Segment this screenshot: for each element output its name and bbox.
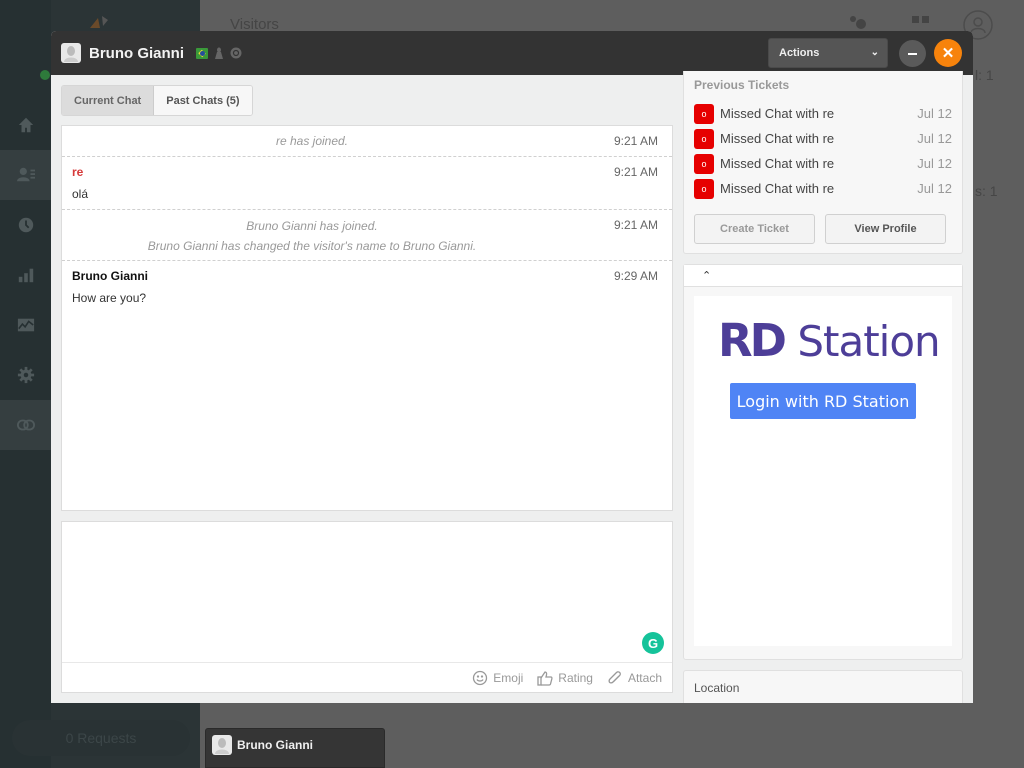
message-author: re: [72, 165, 84, 179]
chevron-down-icon: ⌄: [870, 47, 879, 58]
paperclip-icon: [608, 670, 621, 684]
location-label: Location: [694, 681, 740, 695]
ticket-item[interactable]: o Missed Chat with re Jul 12: [684, 101, 962, 126]
background-fragment: s: 1: [975, 183, 998, 199]
sidebar-item-history[interactable]: [0, 200, 51, 250]
sidebar-nav: [0, 0, 51, 768]
message-composer: G Emoji Rating Attach: [61, 521, 673, 693]
login-rd-station-button[interactable]: Login with RD Station: [730, 383, 916, 419]
browser-icon: [230, 47, 242, 59]
create-ticket-button[interactable]: Create Ticket: [694, 214, 815, 244]
message-time: 9:21 AM: [613, 218, 658, 232]
chat-transcript: re has joined. 9:21 AM re olá 9:21 AM Br…: [61, 125, 673, 511]
gear-icon: [17, 366, 34, 384]
composer-toolbar: Emoji Rating Attach: [62, 662, 672, 692]
visitor-message: re olá 9:21 AM: [62, 157, 672, 210]
home-icon: [18, 117, 33, 133]
actions-dropdown[interactable]: Actions ⌄: [768, 38, 888, 68]
os-icon: [215, 47, 223, 59]
link-icon: [16, 419, 35, 431]
visitor-name-title: Bruno Gianni: [89, 44, 184, 62]
ticket-item[interactable]: o Missed Chat with re Jul 12: [684, 176, 962, 201]
sidebar-item-analytics[interactable]: [0, 250, 51, 300]
background-fragment: l: 1: [975, 67, 994, 83]
ticket-date: Jul 12: [917, 131, 952, 146]
sidebar-item-settings[interactable]: [0, 350, 51, 400]
message-text: olá: [72, 187, 89, 201]
sidebar-item-monitor[interactable]: [0, 300, 51, 350]
smiley-icon: [473, 670, 488, 685]
location-panel: Location: [683, 670, 963, 703]
requests-counter: 0 Requests: [12, 720, 190, 756]
chat-window: Bruno Gianni Actions ⌄ ✕ Current Chat Pa…: [51, 31, 973, 703]
close-button[interactable]: ✕: [934, 39, 962, 67]
ticket-status-badge: o: [694, 103, 714, 124]
attach-button[interactable]: Attach: [607, 670, 662, 686]
previous-tickets-panel: Previous Tickets o Missed Chat with re J…: [683, 71, 963, 254]
taskbar-chat-name: Bruno Gianni: [237, 738, 313, 752]
ticket-date: Jul 12: [917, 106, 952, 121]
sidebar-item-home[interactable]: [0, 100, 51, 150]
grammarly-icon[interactable]: G: [642, 632, 664, 654]
system-message: Bruno Gianni has joined. Bruno Gianni ha…: [62, 210, 672, 261]
chat-tabs: Current Chat Past Chats (5): [61, 85, 253, 116]
system-message: re has joined. 9:21 AM: [62, 126, 672, 157]
ticket-status-badge: o: [694, 128, 714, 149]
ticket-status-badge: o: [694, 153, 714, 174]
thumbs-up-icon: [537, 670, 553, 686]
line-chart-icon: [17, 318, 34, 332]
view-profile-button[interactable]: View Profile: [825, 214, 946, 244]
message-time: 9:21 AM: [613, 134, 658, 148]
message-time: 9:29 AM: [613, 269, 658, 283]
taskbar-chat-tab[interactable]: Bruno Gianni: [205, 728, 385, 768]
ticket-date: Jul 12: [917, 156, 952, 171]
message-time: 9:21 AM: [613, 165, 658, 179]
tab-past-chats[interactable]: Past Chats (5): [154, 86, 252, 115]
ticket-subject: Missed Chat with re: [720, 181, 835, 196]
rd-station-logo: RD Station: [718, 314, 941, 367]
rd-station-panel-header[interactable]: ⌃: [684, 265, 962, 287]
rd-station-panel: ⌃ RD Station Login with RD Station: [683, 264, 963, 660]
sidebar-item-integrations[interactable]: [0, 400, 51, 450]
ticket-subject: Missed Chat with re: [720, 156, 835, 171]
agent-message: Bruno Gianni How are you? 9:29 AM: [62, 261, 672, 313]
minimize-button[interactable]: [899, 40, 926, 67]
ticket-subject: Missed Chat with re: [720, 131, 835, 146]
ticket-subject: Missed Chat with re: [720, 106, 835, 121]
ticket-date: Jul 12: [917, 181, 952, 196]
previous-tickets-title: Previous Tickets: [694, 78, 790, 92]
chat-window-header[interactable]: Bruno Gianni Actions ⌄ ✕: [51, 31, 973, 75]
bar-chart-icon: [18, 268, 33, 283]
actions-label: Actions: [779, 47, 820, 59]
ticket-status-badge: o: [694, 178, 714, 199]
close-icon: ✕: [941, 45, 955, 62]
message-author: Bruno Gianni: [72, 269, 148, 283]
emoji-button[interactable]: Emoji: [472, 670, 523, 686]
rd-station-widget: RD Station Login with RD Station: [694, 296, 952, 646]
avatar: [61, 43, 81, 63]
brazil-flag-icon: [196, 47, 208, 59]
rating-button[interactable]: Rating: [537, 670, 593, 686]
ticket-item[interactable]: o Missed Chat with re Jul 12: [684, 126, 962, 151]
ticket-item[interactable]: o Missed Chat with re Jul 12: [684, 151, 962, 176]
avatar: [212, 735, 232, 755]
message-input[interactable]: [62, 522, 672, 662]
chevron-up-icon[interactable]: ⌃: [702, 269, 711, 282]
tab-current-chat[interactable]: Current Chat: [62, 86, 155, 115]
message-text: How are you?: [72, 291, 147, 305]
online-status-dot: [40, 70, 50, 80]
sidebar-item-visitors[interactable]: [0, 150, 51, 200]
clock-icon: [18, 217, 33, 233]
visitors-icon: [16, 167, 35, 182]
